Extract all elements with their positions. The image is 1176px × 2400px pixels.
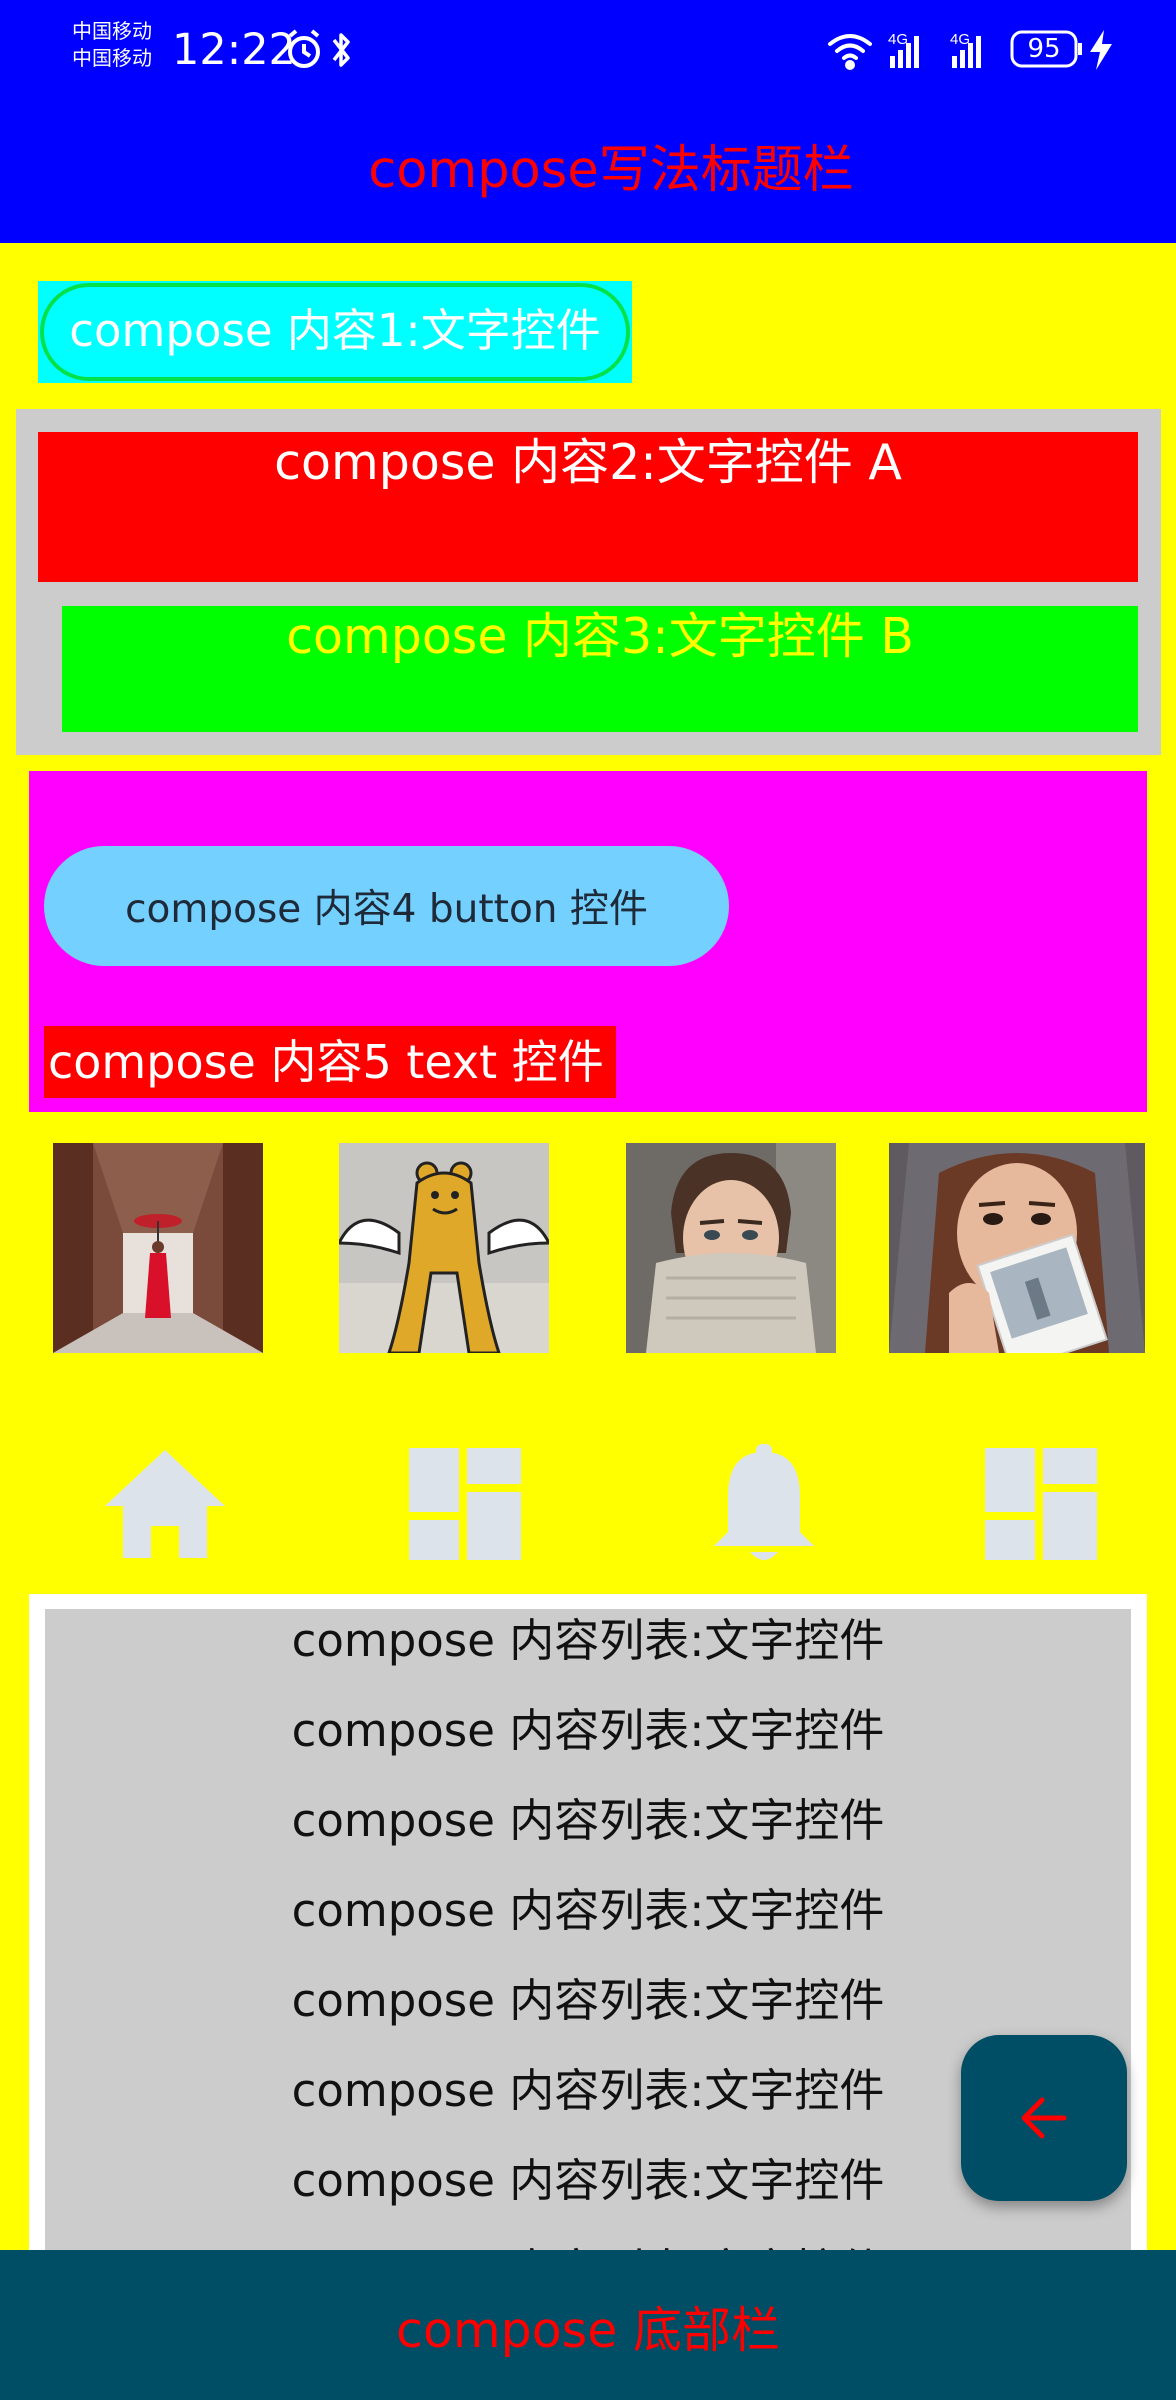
home-icon[interactable] xyxy=(101,1440,229,1568)
photo-woman-polaroid xyxy=(889,1143,1145,1353)
alarm-icon xyxy=(288,29,320,68)
carrier-info: 中国移动 中国移动 xyxy=(72,18,152,72)
list-item: compose 内容列表:文字控件 xyxy=(291,1794,885,1847)
list-item: compose 内容列表:文字控件 xyxy=(291,1614,885,1667)
carrier-label-1: 中国移动 xyxy=(72,19,152,43)
carrier-label-2: 中国移动 xyxy=(72,46,152,70)
dashboard-icon[interactable] xyxy=(977,1440,1105,1568)
photo-bear-graffiti xyxy=(339,1143,549,1353)
charging-icon xyxy=(1090,30,1112,70)
signal-4g-icon: 4G xyxy=(888,31,919,68)
content2-text: compose 内容2:文字控件 A xyxy=(274,434,902,491)
dashboard-icon[interactable] xyxy=(401,1440,529,1568)
wifi-icon xyxy=(828,34,872,70)
status-right-icons: 4G 4G xyxy=(826,26,1122,74)
bottom-bar-text: compose 底部栏 xyxy=(396,2302,780,2359)
page-title: compose写法标题栏 xyxy=(368,141,854,200)
content4-button[interactable]: compose 内容4 button 控件 xyxy=(44,846,729,966)
svg-text:4G: 4G xyxy=(888,31,908,48)
content1-text: compose 内容1:文字控件 xyxy=(69,304,601,357)
content3-text: compose 内容3:文字控件 B xyxy=(286,608,914,665)
content5-text: compose 内容5 text 控件 xyxy=(44,1026,616,1098)
back-fab-button[interactable] xyxy=(961,2035,1127,2201)
status-time: 12:22 xyxy=(172,25,296,75)
list-item: compose 内容列表:文字控件 xyxy=(291,1884,885,1937)
list-item: compose 内容列表:文字控件 xyxy=(291,1704,885,1757)
photo-woman-sweater xyxy=(626,1143,836,1353)
svg-text:4G: 4G xyxy=(950,31,970,48)
status-left-icons xyxy=(284,28,364,72)
bluetooth-icon xyxy=(332,33,350,67)
signal-4g-icon: 4G xyxy=(950,31,981,68)
battery-level: 95 xyxy=(1027,34,1061,64)
arrow-back-icon xyxy=(1021,2097,1067,2139)
photo-monk-umbrella xyxy=(53,1143,263,1353)
list-item: compose 内容列表:文字控件 xyxy=(291,1974,885,2027)
bell-icon[interactable] xyxy=(700,1440,828,1568)
